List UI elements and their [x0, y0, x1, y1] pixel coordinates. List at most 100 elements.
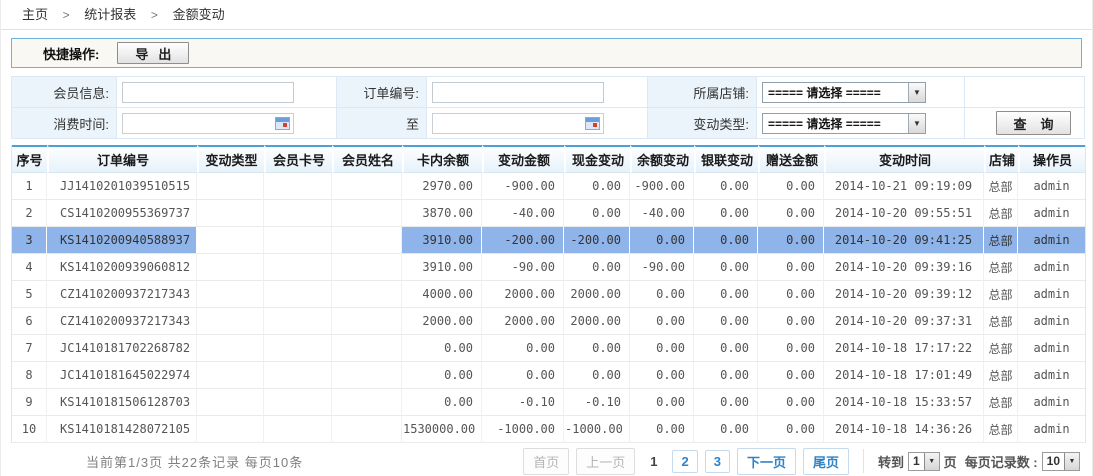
consume-time-to-input[interactable] [432, 113, 604, 134]
cell-gift-amount: 0.00 [758, 416, 824, 443]
cell-member-name [332, 308, 402, 335]
cell-change-time: 2014-10-18 15:33:57 [824, 389, 984, 416]
shop-select-value: ===== 请选择 ===== [763, 84, 908, 101]
cell-card-no [264, 227, 332, 254]
cell-shop: 总部 [984, 281, 1018, 308]
per-page-label: 每页记录数 : [965, 452, 1038, 471]
cell-balance-change: -40.00 [630, 200, 694, 227]
page-number-list: 123 [635, 450, 730, 473]
export-button[interactable]: 导出 [117, 42, 189, 64]
column-header-3: 会员卡号 [264, 145, 332, 173]
pagination-bar: 当前第1/3页 共22条记录 每页10条 首页 上一页 123 下一页 尾页 转… [11, 447, 1082, 475]
breadcrumb: 主页 > 统计报表 > 金额变动 [1, 0, 1092, 30]
shop-select[interactable]: ===== 请选择 ===== ▼ [762, 82, 926, 103]
breadcrumb-statistics-reports[interactable]: 统计报表 [84, 7, 136, 22]
table-row[interactable]: 9KS14101815061287030.00-0.10-0.100.000.0… [12, 389, 1085, 416]
column-header-12: 店铺 [984, 145, 1018, 173]
cell-cash-change: 0.00 [564, 200, 630, 227]
column-header-1: 订单编号 [47, 145, 197, 173]
chevron-down-icon[interactable]: ▼ [908, 83, 925, 102]
cell-balance: 2000.00 [402, 308, 482, 335]
table-row[interactable]: 6CZ14102009372173432000.002000.002000.00… [12, 308, 1085, 335]
cell-unionpay-change: 0.00 [694, 416, 758, 443]
cell-gift-amount: 0.00 [758, 335, 824, 362]
table-row[interactable]: 5CZ14102009372173434000.002000.002000.00… [12, 281, 1085, 308]
cell-gift-amount: 0.00 [758, 254, 824, 281]
cell-gift-amount: 0.00 [758, 200, 824, 227]
cell-card-no [264, 308, 332, 335]
goto-page-select[interactable]: 1 ▼ [908, 452, 940, 471]
cell-member-name [332, 281, 402, 308]
cell-cash-change: -0.10 [564, 389, 630, 416]
page-button-2[interactable]: 2 [672, 450, 697, 473]
goto-controls: 转到 1 ▼ 页 每页记录数 : 10 ▼ [863, 449, 1082, 473]
column-header-4: 会员姓名 [332, 145, 402, 173]
calendar-icon[interactable] [275, 117, 290, 130]
breadcrumb-home[interactable]: 主页 [22, 7, 48, 22]
cell-operator: admin [1018, 200, 1085, 227]
breadcrumb-separator: > [151, 8, 158, 22]
cell-shop: 总部 [984, 308, 1018, 335]
table-row[interactable]: 3KS14102009405889373910.00-200.00-200.00… [12, 227, 1085, 254]
table-row[interactable]: 10KS14101814280721051530000.00-1000.00-1… [12, 416, 1085, 443]
cell-cash-change: 0.00 [564, 254, 630, 281]
cell-unionpay-change: 0.00 [694, 281, 758, 308]
cell-card-no [264, 362, 332, 389]
cell-gift-amount: 0.00 [758, 389, 824, 416]
cell-card-no [264, 173, 332, 200]
chevron-down-icon[interactable]: ▼ [924, 453, 939, 470]
prev-page-button[interactable]: 上一页 [576, 448, 635, 475]
cell-shop: 总部 [984, 389, 1018, 416]
cell-cash-change: 2000.00 [564, 308, 630, 335]
cell-balance: 3910.00 [402, 227, 482, 254]
calendar-icon[interactable] [585, 117, 600, 130]
cell-balance-change: 0.00 [630, 335, 694, 362]
first-page-button[interactable]: 首页 [523, 448, 569, 475]
table-header-row: 序号订单编号变动类型会员卡号会员姓名卡内余额变动金额现金变动余额变动银联变动赠送… [12, 145, 1085, 173]
table-row[interactable]: 4KS14102009390608123910.00-90.000.00-90.… [12, 254, 1085, 281]
cell-balance-change: 0.00 [630, 308, 694, 335]
cell-unionpay-change: 0.00 [694, 200, 758, 227]
cell-seq: 9 [12, 389, 47, 416]
consume-time-from-input[interactable] [122, 113, 294, 134]
cell-seq: 10 [12, 416, 47, 443]
cell-operator: admin [1018, 362, 1085, 389]
column-header-2: 变动类型 [197, 145, 264, 173]
cell-balance-change: -900.00 [630, 173, 694, 200]
cell-order-no: JC1410181702268782 [47, 335, 197, 362]
search-button[interactable]: 查询 [996, 111, 1070, 135]
chevron-down-icon[interactable]: ▼ [908, 114, 925, 133]
cell-balance: 0.00 [402, 362, 482, 389]
cell-change-type [197, 227, 264, 254]
cell-change-type [197, 281, 264, 308]
chevron-down-icon[interactable]: ▼ [1064, 453, 1079, 470]
page-button-3[interactable]: 3 [705, 450, 730, 473]
to-label: 至 [337, 108, 427, 139]
cell-balance-change: 0.00 [630, 416, 694, 443]
cell-member-name [332, 200, 402, 227]
cell-seq: 2 [12, 200, 47, 227]
page-button-1[interactable]: 1 [642, 451, 665, 472]
order-no-input[interactable] [432, 82, 604, 103]
table-row[interactable]: 1JJ14102010395105152970.00-900.000.00-90… [12, 173, 1085, 200]
quick-actions-label: 快捷操作: [43, 44, 99, 63]
table-row[interactable]: 8JC14101816450229740.000.000.000.000.000… [12, 362, 1085, 389]
member-info-input[interactable] [122, 82, 294, 103]
last-page-button[interactable]: 尾页 [803, 448, 849, 475]
cell-balance-change: 0.00 [630, 362, 694, 389]
table-row[interactable]: 7JC14101817022687820.000.000.000.000.000… [12, 335, 1085, 362]
table-row[interactable]: 2CS14102009553697373870.00-40.000.00-40.… [12, 200, 1085, 227]
cell-unionpay-change: 0.00 [694, 173, 758, 200]
goto-page-select-value: 1 [909, 454, 924, 468]
change-type-label: 变动类型: [648, 108, 757, 139]
change-type-select[interactable]: ===== 请选择 ===== ▼ [762, 113, 926, 134]
cell-change-time: 2014-10-21 09:19:09 [824, 173, 984, 200]
cell-change-amount: 2000.00 [482, 281, 564, 308]
per-page-select[interactable]: 10 ▼ [1042, 452, 1080, 471]
next-page-button[interactable]: 下一页 [737, 448, 796, 475]
cell-balance-change: -90.00 [630, 254, 694, 281]
cell-gift-amount: 0.00 [758, 227, 824, 254]
shop-label: 所属店铺: [648, 77, 757, 108]
cell-order-no: KS1410200940588937 [47, 227, 197, 254]
cell-balance-change: 0.00 [630, 227, 694, 254]
